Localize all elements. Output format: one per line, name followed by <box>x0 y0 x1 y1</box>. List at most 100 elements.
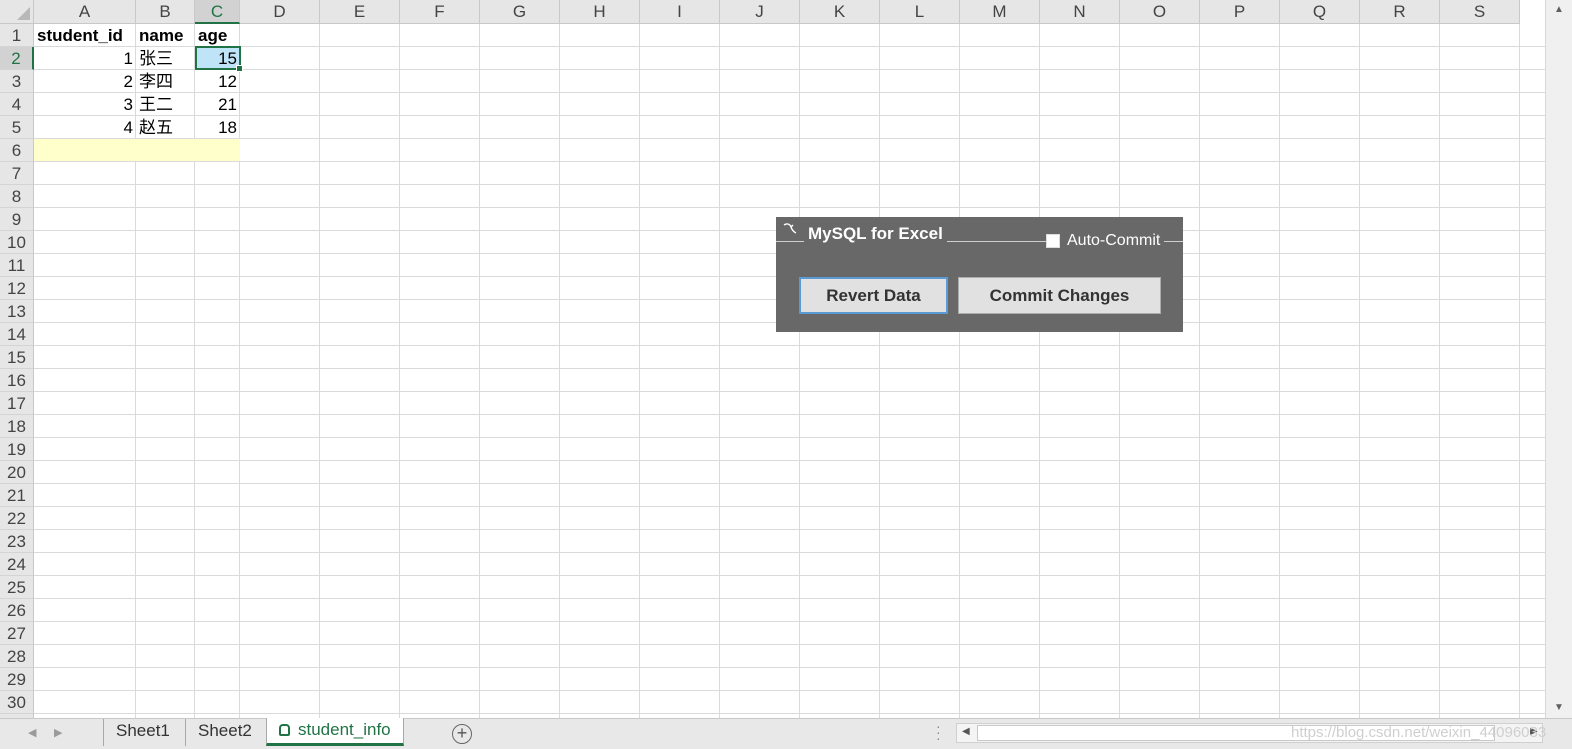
revert-data-button[interactable]: Revert Data <box>799 277 948 314</box>
row-header-2[interactable]: 2 <box>0 47 34 70</box>
cell-b2[interactable]: 张三 <box>136 47 195 70</box>
row-header-16[interactable]: 16 <box>0 369 34 392</box>
row-header-1[interactable]: 1 <box>0 24 34 47</box>
row-header-7[interactable]: 7 <box>0 162 34 185</box>
cell-c1[interactable]: age <box>195 24 240 47</box>
scroll-left-arrow-icon[interactable]: ◀ <box>962 726 970 737</box>
gridline-horizontal <box>34 92 1545 93</box>
column-header-n[interactable]: N <box>1040 0 1120 24</box>
column-header-r[interactable]: R <box>1360 0 1440 24</box>
gridline-horizontal <box>34 529 1545 530</box>
row-header-20[interactable]: 20 <box>0 461 34 484</box>
gridline-vertical <box>479 24 480 718</box>
row-header-23[interactable]: 23 <box>0 530 34 553</box>
column-header-d[interactable]: D <box>240 0 320 24</box>
row-header-11[interactable]: 11 <box>0 254 34 277</box>
column-header-s[interactable]: S <box>1440 0 1520 24</box>
row-header-15[interactable]: 15 <box>0 346 34 369</box>
spreadsheet-grid[interactable]: ABCDEFGHIJKLMNOPQRS 1 2 3 4 5 6 7 8 9 10 11 12 13 14 1… <box>0 0 1545 718</box>
gridline-vertical <box>1119 24 1120 718</box>
gridline-vertical <box>559 24 560 718</box>
gridline-horizontal <box>34 115 1545 116</box>
column-header-h[interactable]: H <box>560 0 640 24</box>
gridline-vertical <box>959 24 960 718</box>
tab-student-info[interactable]: student_info <box>266 718 404 746</box>
gridline-vertical <box>1359 24 1360 718</box>
vertical-scrollbar[interactable]: ▲ ▼ <box>1545 0 1572 718</box>
cell-b3[interactable]: 李四 <box>136 70 195 93</box>
column-header-p[interactable]: P <box>1200 0 1280 24</box>
cell-b5[interactable]: 赵五 <box>136 116 195 139</box>
cell-a4[interactable]: 3 <box>34 93 136 116</box>
column-header-b[interactable]: B <box>136 0 195 24</box>
row-header-8[interactable]: 8 <box>0 185 34 208</box>
row-header-21[interactable]: 21 <box>0 484 34 507</box>
row-header-6[interactable]: 6 <box>0 139 34 162</box>
row-header-26[interactable]: 26 <box>0 599 34 622</box>
row-header-12[interactable]: 12 <box>0 277 34 300</box>
cell-b4[interactable]: 王二 <box>136 93 195 116</box>
column-header-o[interactable]: O <box>1120 0 1200 24</box>
gridline-vertical <box>639 24 640 718</box>
column-header-c[interactable]: C <box>195 0 240 24</box>
row-header-25[interactable]: 25 <box>0 576 34 599</box>
tab-sheet1[interactable]: Sheet1 <box>103 719 182 746</box>
row-header-10[interactable]: 10 <box>0 231 34 254</box>
column-header-g[interactable]: G <box>480 0 560 24</box>
commit-changes-button[interactable]: Commit Changes <box>958 277 1161 314</box>
cell-c5[interactable]: 18 <box>195 116 240 139</box>
row-header-28[interactable]: 28 <box>0 645 34 668</box>
column-header-e[interactable]: E <box>320 0 400 24</box>
column-header-q[interactable]: Q <box>1280 0 1360 24</box>
column-header-a[interactable]: A <box>34 0 136 24</box>
row-header-9[interactable]: 9 <box>0 208 34 231</box>
select-all-corner[interactable] <box>0 0 34 24</box>
row-header-18[interactable]: 18 <box>0 415 34 438</box>
new-row-placeholder[interactable] <box>34 139 240 161</box>
gridline-vertical <box>1519 24 1520 718</box>
row-header-27[interactable]: 27 <box>0 622 34 645</box>
row-header-4[interactable]: 4 <box>0 93 34 116</box>
scroll-up-arrow-icon[interactable]: ▲ <box>1546 0 1572 20</box>
cell-c3[interactable]: 12 <box>195 70 240 93</box>
gridline-vertical <box>1439 24 1440 718</box>
cell-c2[interactable]: 15 <box>195 47 240 70</box>
auto-commit-label: Auto-Commit <box>1067 232 1161 249</box>
horizontal-scrollbar[interactable]: ◀ ▶ https://blog.csdn.net/weixin_4409603… <box>956 723 1546 743</box>
gridline-horizontal <box>34 69 1545 70</box>
auto-commit-toggle[interactable]: Auto-Commit <box>1046 232 1165 250</box>
column-header-m[interactable]: M <box>960 0 1040 24</box>
column-header-k[interactable]: K <box>800 0 880 24</box>
cell-a3[interactable]: 2 <box>34 70 136 93</box>
column-header-i[interactable]: I <box>640 0 720 24</box>
add-sheet-icon[interactable]: + <box>452 724 472 744</box>
row-header-22[interactable]: 22 <box>0 507 34 530</box>
column-header-f[interactable]: F <box>400 0 480 24</box>
auto-commit-checkbox[interactable] <box>1046 234 1060 248</box>
gridline-vertical <box>719 24 720 718</box>
prev-sheet-arrow-icon[interactable]: ◀ <box>28 726 36 739</box>
scroll-down-arrow-icon[interactable]: ▼ <box>1546 698 1572 718</box>
row-header-3[interactable]: 3 <box>0 70 34 93</box>
next-sheet-arrow-icon[interactable]: ▶ <box>54 726 62 739</box>
row-header-29[interactable]: 29 <box>0 668 34 691</box>
cell-c4[interactable]: 21 <box>195 93 240 116</box>
cell-a5[interactable]: 4 <box>34 116 136 139</box>
row-header-17[interactable]: 17 <box>0 392 34 415</box>
row-header-19[interactable]: 19 <box>0 438 34 461</box>
column-header-j[interactable]: J <box>720 0 800 24</box>
cell-a1[interactable]: student_id <box>34 24 136 47</box>
tab-sheet2[interactable]: Sheet2 <box>185 719 264 746</box>
splitter-handle-icon[interactable]: · · · <box>936 719 941 745</box>
cell-b1[interactable]: name <box>136 24 195 47</box>
gridline-vertical <box>399 24 400 718</box>
gridline-vertical <box>1039 24 1040 718</box>
row-header-5[interactable]: 5 <box>0 116 34 139</box>
gridline-horizontal <box>34 713 1545 714</box>
column-header-l[interactable]: L <box>880 0 960 24</box>
row-header-30[interactable]: 30 <box>0 691 34 714</box>
cell-a2[interactable]: 1 <box>34 47 136 70</box>
row-header-14[interactable]: 14 <box>0 323 34 346</box>
row-header-13[interactable]: 13 <box>0 300 34 323</box>
row-header-24[interactable]: 24 <box>0 553 34 576</box>
